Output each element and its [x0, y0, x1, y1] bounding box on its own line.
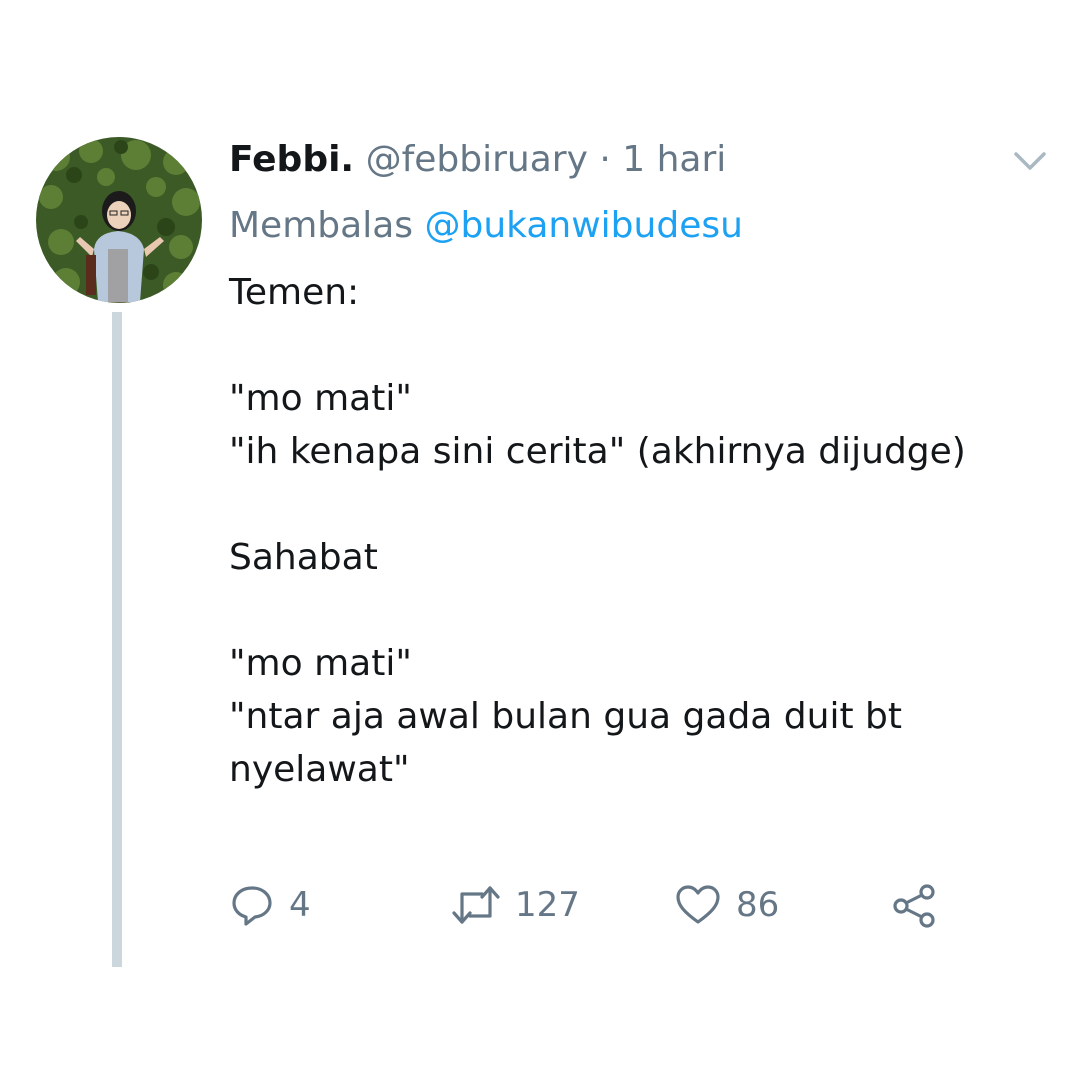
text-line — [229, 478, 1029, 531]
replying-prefix: Membalas — [229, 205, 414, 246]
text-line: "mo mati" — [229, 378, 412, 419]
author-name[interactable]: Febbi. — [229, 139, 354, 180]
tweet-header: Febbi. @febbiruary · 1 hari — [229, 135, 726, 185]
retweet-button[interactable]: 127 — [451, 880, 580, 930]
text-line: "ntar aja awal bulan gua gada duit bt ny… — [229, 696, 914, 790]
heart-icon — [674, 882, 722, 928]
text-line — [229, 319, 1029, 372]
reply-button[interactable]: 4 — [229, 880, 311, 930]
separator: · — [599, 139, 611, 180]
text-line: "mo mati" — [229, 643, 412, 684]
share-icon — [889, 882, 939, 928]
share-button[interactable] — [889, 880, 939, 930]
chevron-down-icon[interactable] — [1012, 148, 1048, 174]
retweet-count: 127 — [515, 885, 580, 925]
avatar[interactable] — [36, 137, 202, 303]
replying-mention[interactable]: @bukanwibudesu — [424, 205, 742, 246]
author-handle[interactable]: @febbiruary — [366, 139, 588, 180]
text-line — [229, 584, 1029, 637]
like-button[interactable]: 86 — [674, 880, 779, 930]
tweet-text: Temen: "mo mati" "ih kenapa sini cerita"… — [229, 266, 1029, 796]
avatar-photo — [36, 137, 202, 303]
reply-icon — [229, 882, 275, 928]
timestamp[interactable]: 1 hari — [622, 139, 726, 180]
text-line: "ih kenapa sini cerita" (akhirnya dijudg… — [229, 431, 966, 472]
retweet-icon — [451, 882, 501, 928]
text-line: Sahabat — [229, 537, 378, 578]
text-line: Temen: — [229, 272, 360, 313]
like-count: 86 — [736, 885, 780, 925]
reply-count: 4 — [289, 885, 311, 925]
thread-line — [112, 312, 122, 967]
replying-to: Membalas @bukanwibudesu — [229, 201, 743, 251]
tweet-actions: 4 127 86 — [229, 880, 989, 930]
